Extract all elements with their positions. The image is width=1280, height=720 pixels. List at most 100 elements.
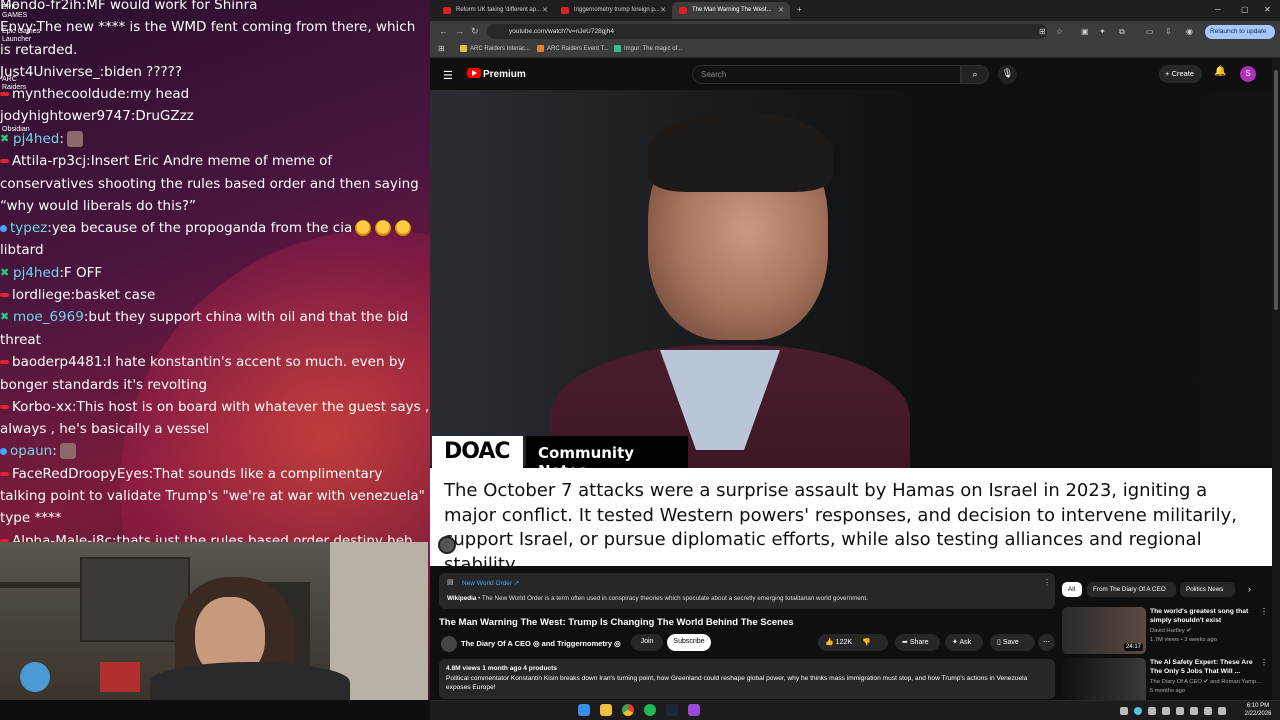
menu-icon[interactable]: ☰ [443,69,453,82]
chrome-icon[interactable] [622,704,634,716]
bookmark-arc-raiders-event[interactable]: ARC Raiders Event T... [537,45,609,52]
video-meta: 4.8M views 1 month ago 4 products [446,665,558,672]
chat-emote-icon [355,220,372,237]
chat-username[interactable]: FaceRedDroopyEyes [12,466,149,482]
video-player[interactable]: DOAC Community Notes The October 7 attac… [430,90,1272,566]
install-icon[interactable]: ⊞ [1039,27,1046,36]
windows-start-icon[interactable] [578,704,590,716]
system-clock[interactable]: 6:10 PM 2/22/2026 [1238,702,1278,718]
url-field[interactable]: youtube.com/watch?v=nJeU728gjh4 [487,24,1047,39]
related-thumbnail[interactable] [1062,658,1146,700]
tab-triggernometry[interactable]: triggernometry trump foreign p... ✕ [554,2,672,19]
forward-icon[interactable]: → [455,26,464,36]
chat-username[interactable]: pj4hed [13,131,59,147]
chat-username[interactable]: moe_6969 [13,310,84,326]
chat-text: my head [130,86,190,103]
chat-username[interactable]: Envy [0,19,32,35]
ask-button[interactable]: ✦ Ask [945,634,983,651]
bookmark-star-icon[interactable]: ☆ [1056,27,1063,36]
maximize-icon[interactable]: ▢ [1241,5,1249,14]
channel-name[interactable]: The Diary Of A CEO ◎ and Triggernometry … [461,639,621,648]
save-button[interactable]: ▯ Save [990,634,1035,651]
chevron-right-icon[interactable]: › [1248,584,1251,594]
close-tab-icon[interactable]: ✕ [542,6,548,14]
back-icon[interactable]: ← [439,26,448,36]
extension-icon[interactable]: ▣ [1081,27,1089,36]
bookmark-imgur[interactable]: Imgur: The magic of... [614,45,682,52]
volume-icon[interactable] [1204,707,1212,715]
chip-all[interactable]: All [1062,582,1082,597]
tab-reform[interactable]: Reform UK taking 'different ap... ✕ [436,2,554,19]
more-actions-icon[interactable]: ⋯ [1038,634,1055,651]
tray-icon[interactable] [1162,707,1170,715]
chat-username[interactable]: mynthecooldude [12,86,126,102]
join-button[interactable]: Join [631,634,663,651]
info-panel[interactable]: ▤ New World Order ↗ ⋮ Wikipedia • The Ne… [439,573,1055,609]
tray-icon[interactable] [1134,707,1142,715]
channel-avatar[interactable] [441,636,457,652]
spotify-icon[interactable] [644,704,656,716]
more-options-icon[interactable]: ⋮ [1260,607,1268,616]
chat-username[interactable]: lordliege [12,287,71,303]
chip-from-doac[interactable]: From The Diary Of A CEO [1087,582,1176,597]
extension-icon[interactable]: ✦ [1099,27,1106,36]
wifi-icon[interactable] [1190,707,1198,715]
minimize-icon[interactable]: ─ [1215,5,1221,14]
bookmark-arc-raiders-interactive[interactable]: ARC Raiders Interac... [460,45,530,52]
reload-icon[interactable]: ↻ [471,26,479,37]
account-avatar[interactable]: S [1240,66,1256,82]
profile-icon[interactable]: ◉ [1186,27,1193,36]
notifications-bell-icon[interactable]: 🔔 [1214,66,1226,77]
obsidian-icon[interactable] [688,704,700,716]
chat-username[interactable]: Just4Universe_ [0,64,100,80]
chat-username[interactable]: Attila-rp3cj [12,153,86,169]
new-tab-icon[interactable]: + [797,5,802,14]
search-icon[interactable]: ⌕ [961,65,989,84]
chat-username[interactable]: pj4hed [13,265,59,281]
share-icon: ➦ [902,639,908,646]
info-panel-title[interactable]: New World Order ↗ [462,579,519,587]
more-options-icon[interactable]: ⋮ [1260,658,1268,667]
tray-icon[interactable] [1176,707,1184,715]
youtube-favicon-icon [679,7,687,14]
search-input[interactable]: Search [692,65,961,84]
thumbs-down-icon[interactable]: 👎 [862,639,871,646]
thumbs-up-icon[interactable]: 👍 [825,639,834,646]
more-options-icon[interactable]: ⋮ [1043,578,1051,587]
like-dislike-button[interactable]: 👍 122K 👎 [818,634,888,651]
related-video[interactable]: The AI Safety Expert: These Are The Only… [1062,658,1272,700]
battery-icon[interactable] [1218,707,1226,715]
download-icon[interactable]: ⇩ [1165,27,1172,36]
close-window-icon[interactable]: ✕ [1264,5,1271,14]
chip-politics-news[interactable]: Politics News [1180,582,1235,597]
tray-icon[interactable] [1148,707,1156,715]
description-box[interactable]: 4.8M views 1 month ago 4 products Politi… [439,659,1055,699]
scrollbar-thumb[interactable] [1274,70,1278,310]
related-video[interactable]: 24:17 The world's greatest song that sim… [1062,607,1272,655]
steam-icon[interactable] [666,704,678,716]
tab-title: triggernometry trump foreign p... [574,7,660,13]
apps-grid-icon[interactable]: ⊞ [438,44,445,53]
close-tab-icon[interactable]: ✕ [660,6,666,14]
subscribe-button[interactable]: Subscribe [667,634,711,651]
platform-badge-icon [0,224,7,232]
tab-man-warning[interactable]: The Man Warning The West... ✕ [672,2,790,19]
chat-username[interactable]: typez [10,220,47,236]
tray-icon[interactable] [1120,707,1128,715]
relaunch-update-button[interactable]: Relaunch to update [1205,25,1275,39]
chat-feed: Mondo-fr2ih:MF would work for Shinra Envy… [0,0,430,597]
wiki-source: Wikipedia [447,595,477,602]
sidebar-icon[interactable]: ▭ [1146,27,1154,36]
chat-username[interactable]: jodyhightower9747 [0,108,131,124]
chat-username[interactable]: Mondo-fr2ih [0,0,82,13]
create-button[interactable]: + Create [1159,65,1202,83]
youtube-premium-logo[interactable]: Premium [467,68,526,80]
chat-username[interactable]: baoderp4481 [12,354,102,370]
chat-username[interactable]: opaun [10,443,52,459]
share-button[interactable]: ➦ Share [895,634,940,651]
microphone-icon[interactable]: 🎙 [998,65,1017,84]
chat-username[interactable]: Korbo-xx [12,399,72,415]
file-explorer-icon[interactable] [600,704,612,716]
extensions-puzzle-icon[interactable]: ⧉ [1119,27,1125,37]
close-tab-icon[interactable]: ✕ [778,6,784,14]
